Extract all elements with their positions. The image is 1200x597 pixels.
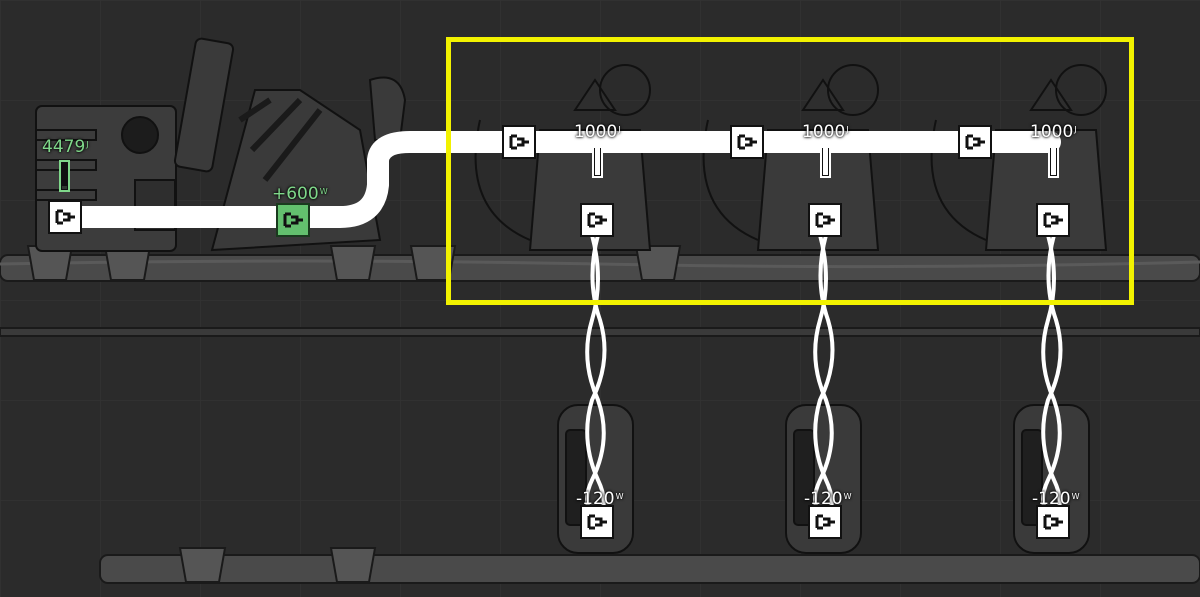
battery-charge-fill (62, 185, 67, 189)
game-viewport[interactable]: 4479J +600W 1000J 1000J 1000J -120W -120… (0, 0, 1200, 597)
selection-highlight-box (446, 37, 1134, 305)
consumer-3-power-unit: W (1071, 492, 1080, 501)
consumer-1-power-unit: W (615, 492, 624, 501)
consumer-2-power-port-icon[interactable] (808, 505, 842, 539)
generator-output-value: +600 (272, 184, 319, 204)
battery-charge-gauge-icon (59, 160, 70, 192)
floor-middle (0, 327, 1200, 337)
floor-lower (99, 554, 1200, 584)
consumer-2-power-unit: W (843, 492, 852, 501)
battery-charge-label: 4479J (42, 138, 89, 156)
battery-power-port-icon[interactable] (48, 200, 82, 234)
battery-charge-unit: J (86, 140, 89, 149)
battery-charge-value: 4479 (42, 137, 86, 157)
generator-output-label: +600W (272, 185, 328, 203)
generator-output-unit: W (319, 187, 328, 196)
consumer-1-power-port-icon[interactable] (580, 505, 614, 539)
consumer-3-power-port-icon[interactable] (1036, 505, 1070, 539)
generator-power-port-icon[interactable] (276, 203, 310, 237)
